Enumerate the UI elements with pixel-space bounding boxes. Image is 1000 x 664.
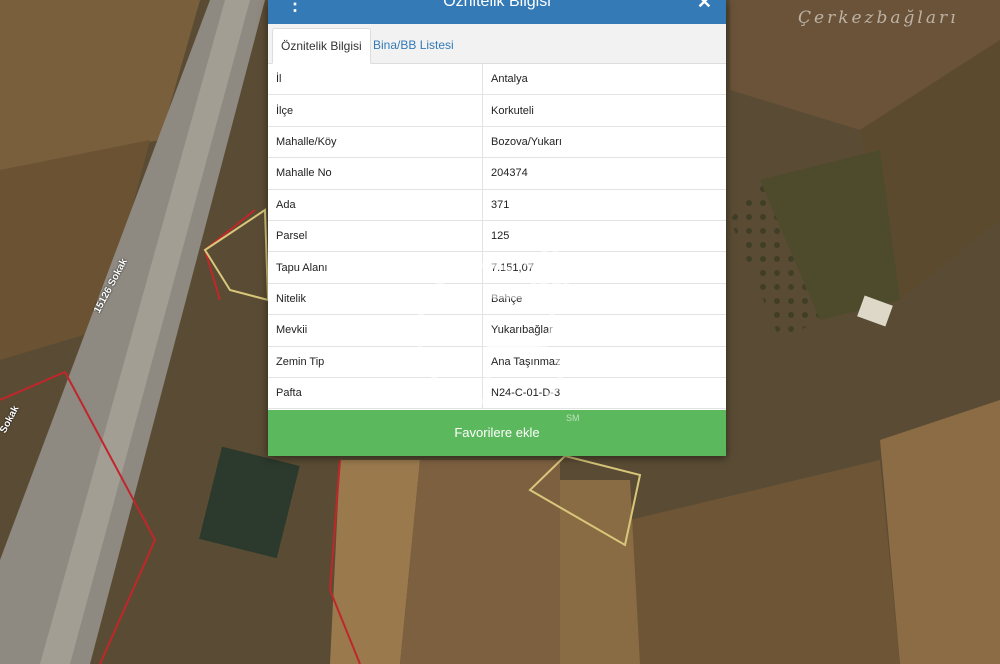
panel-title: Öznitelik Bilgisi (443, 0, 551, 10)
row-key: Pafta (268, 377, 483, 410)
place-label: Çerkezbağları (798, 8, 959, 28)
row-value: 125 (482, 220, 726, 253)
row-key: Tapu Alanı (268, 251, 483, 284)
panel-header: ⋮ Öznitelik Bilgisi ✕ (268, 0, 726, 24)
row-key: Mahalle/Köy (268, 126, 483, 159)
table-row: İlçe Korkuteli (268, 94, 726, 127)
row-value: Bahçe (482, 283, 726, 316)
attribute-info-panel: ⋮ Öznitelik Bilgisi ✕ Öznitelik Bilgisi … (268, 0, 726, 456)
row-key: Zemin Tip (268, 346, 483, 378)
row-value: 371 (482, 189, 726, 221)
table-row: Tapu Alanı 7.151,07 (268, 251, 726, 284)
close-icon[interactable]: ✕ (697, 0, 712, 13)
row-value: Bozova/Yukarı (482, 126, 726, 159)
table-row: Nitelik Bahçe (268, 283, 726, 316)
panel-tabs: Öznitelik Bilgisi Bina/BB Listesi (268, 24, 726, 64)
row-value: Korkuteli (482, 94, 726, 127)
row-key: Mahalle No (268, 157, 483, 190)
table-row: Zemin Tip Ana Taşınmaz (268, 346, 726, 378)
add-favorite-button[interactable]: Favorilere ekle (268, 410, 726, 456)
row-value: 204374 (482, 157, 726, 190)
row-key: Ada (268, 189, 483, 221)
row-key: İlçe (268, 94, 483, 127)
row-value: N24-C-01-D-3 (482, 377, 726, 410)
row-value: Antalya (482, 64, 726, 96)
table-row: Mahalle/Köy Bozova/Yukarı (268, 126, 726, 159)
table-row: Pafta N24-C-01-D-3 (268, 377, 726, 410)
row-value: Ana Taşınmaz (482, 346, 726, 378)
table-row: Parsel 125 (268, 220, 726, 253)
table-row: İl Antalya (268, 64, 726, 96)
row-key: Nitelik (268, 283, 483, 316)
table-row: Mahalle No 204374 (268, 157, 726, 190)
attribute-table: İl Antalya İlçe Korkuteli Mahalle/Köy Bozov… (268, 64, 726, 410)
tab-attribute-info[interactable]: Öznitelik Bilgisi (272, 28, 371, 64)
row-value: 7.151,07 (482, 251, 726, 284)
table-row: Ada 371 (268, 189, 726, 221)
row-value: Yukarıbağlar (482, 314, 726, 347)
tab-building-list[interactable]: Bina/BB Listesi (365, 28, 462, 62)
row-key: Parsel (268, 220, 483, 253)
table-row: Mevkii Yukarıbağlar (268, 314, 726, 347)
row-key: İl (268, 64, 483, 96)
row-key: Mevkii (268, 314, 483, 347)
